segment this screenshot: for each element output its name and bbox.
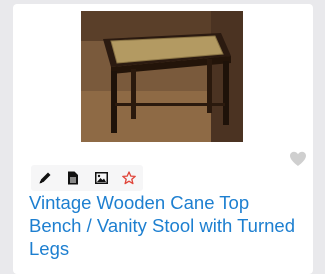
document-button[interactable] [59,165,87,191]
listing-title[interactable]: Vintage Wooden Cane Top Bench / Vanity S… [29,191,299,260]
star-icon [122,171,136,185]
image-icon [94,172,108,184]
listing-photo[interactable] [81,11,243,142]
bench-photo [81,11,243,142]
favorite-star-button[interactable] [115,165,143,191]
edit-button[interactable] [31,165,59,191]
pencil-icon [39,172,51,184]
favorite-heart-icon[interactable] [289,151,307,167]
image-button[interactable] [87,165,115,191]
listing-card: Vintage Wooden Cane Top Bench / Vanity S… [13,4,313,274]
listing-toolbar [31,165,143,191]
document-icon [68,171,78,185]
